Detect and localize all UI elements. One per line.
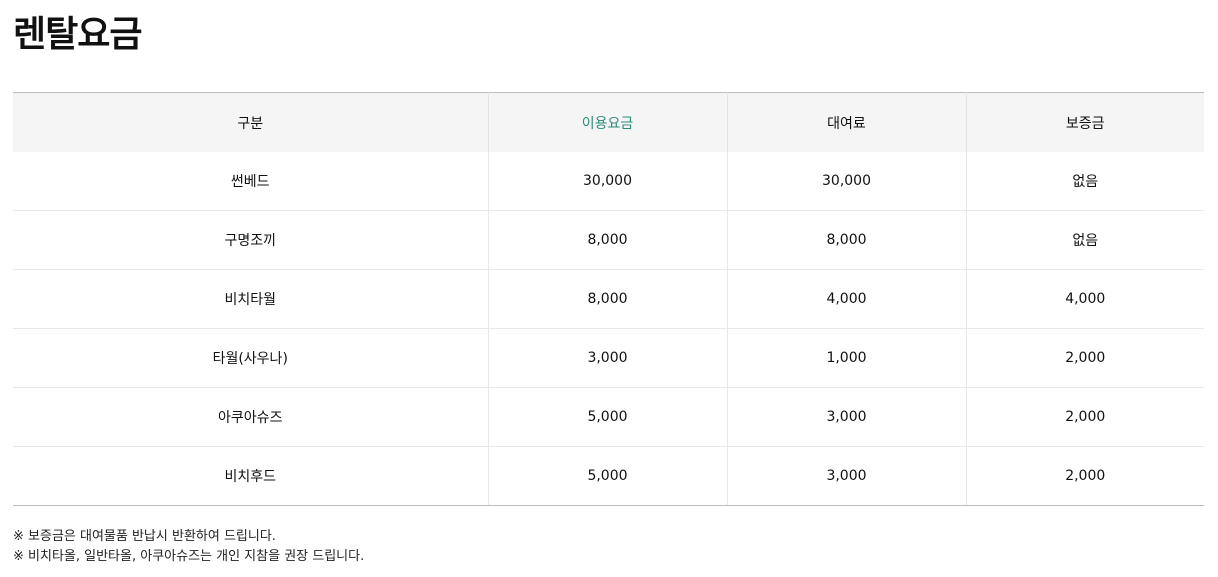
- deposit-cell: 없음: [965, 152, 1204, 211]
- rental-fee-cell: 8,000: [726, 210, 966, 270]
- rental-fee-cell: 30,000: [726, 152, 966, 211]
- header-rental-fee: 대여료: [726, 92, 966, 152]
- item-name: 비치후드: [13, 446, 488, 506]
- item-name: 아쿠아슈즈: [13, 387, 488, 447]
- page-title: 렌탈요금: [13, 14, 142, 55]
- bring-own-items-note: ※ 비치타올, 일반타올, 아쿠아슈즈는 개인 지참을 권장 드립니다.: [13, 549, 365, 564]
- deposit-cell: 2,000: [965, 387, 1204, 447]
- table-row: 구명조끼 8,000 8,000 없음: [13, 210, 1204, 270]
- rental-fee-cell: 4,000: [726, 269, 966, 329]
- rental-fee-cell: 1,000: [726, 328, 966, 388]
- rental-fee-cell: 3,000: [726, 446, 966, 506]
- table-row: 아쿠아슈즈 5,000 3,000 2,000: [13, 387, 1204, 447]
- table-row: 비치후드 5,000 3,000 2,000: [13, 446, 1204, 506]
- table-row: 썬베드 30,000 30,000 없음: [13, 152, 1204, 211]
- table-header-row: 구분 이용요금 대여료 보증금: [13, 92, 1204, 152]
- deposit-cell: 4,000: [965, 269, 1204, 329]
- rental-fee-page: 렌탈요금 구분 이용요금 대여료 보증금 썬베드 30,000 30,000 없…: [0, 0, 1218, 577]
- item-name: 비치타월: [13, 269, 488, 329]
- item-name: 타월(사우나): [13, 328, 488, 388]
- item-name: 구명조끼: [13, 210, 488, 270]
- usage-fee-cell: 3,000: [487, 328, 727, 388]
- usage-fee-cell: 5,000: [487, 446, 727, 506]
- notes: ※ 보증금은 대여물품 반납시 반환하여 드립니다. ※ 비치타올, 일반타올,…: [13, 527, 364, 567]
- header-category: 구분: [237, 115, 264, 132]
- deposit-cell: 2,000: [965, 328, 1204, 388]
- table-row: 비치타월 8,000 4,000 4,000: [13, 269, 1204, 329]
- rental-fee-cell: 3,000: [726, 387, 966, 447]
- usage-fee-cell: 8,000: [487, 269, 727, 329]
- header-usage-fee: 이용요금: [487, 92, 727, 152]
- usage-fee-cell: 8,000: [487, 210, 727, 270]
- usage-fee-cell: 30,000: [487, 152, 727, 211]
- table-row: 타월(사우나) 3,000 1,000 2,000: [13, 328, 1204, 388]
- item-name: 썬베드: [230, 174, 270, 190]
- deposit-return-note: ※ 보증금은 대여물품 반납시 반환하여 드립니다.: [13, 529, 276, 544]
- header-deposit: 보증금: [965, 92, 1204, 152]
- deposit-cell: 2,000: [965, 446, 1204, 506]
- deposit-cell: 없음: [965, 210, 1204, 270]
- rental-fee-table: 구분 이용요금 대여료 보증금 썬베드 30,000 30,000 없음 구명조…: [13, 92, 1204, 506]
- usage-fee-cell: 5,000: [487, 387, 727, 447]
